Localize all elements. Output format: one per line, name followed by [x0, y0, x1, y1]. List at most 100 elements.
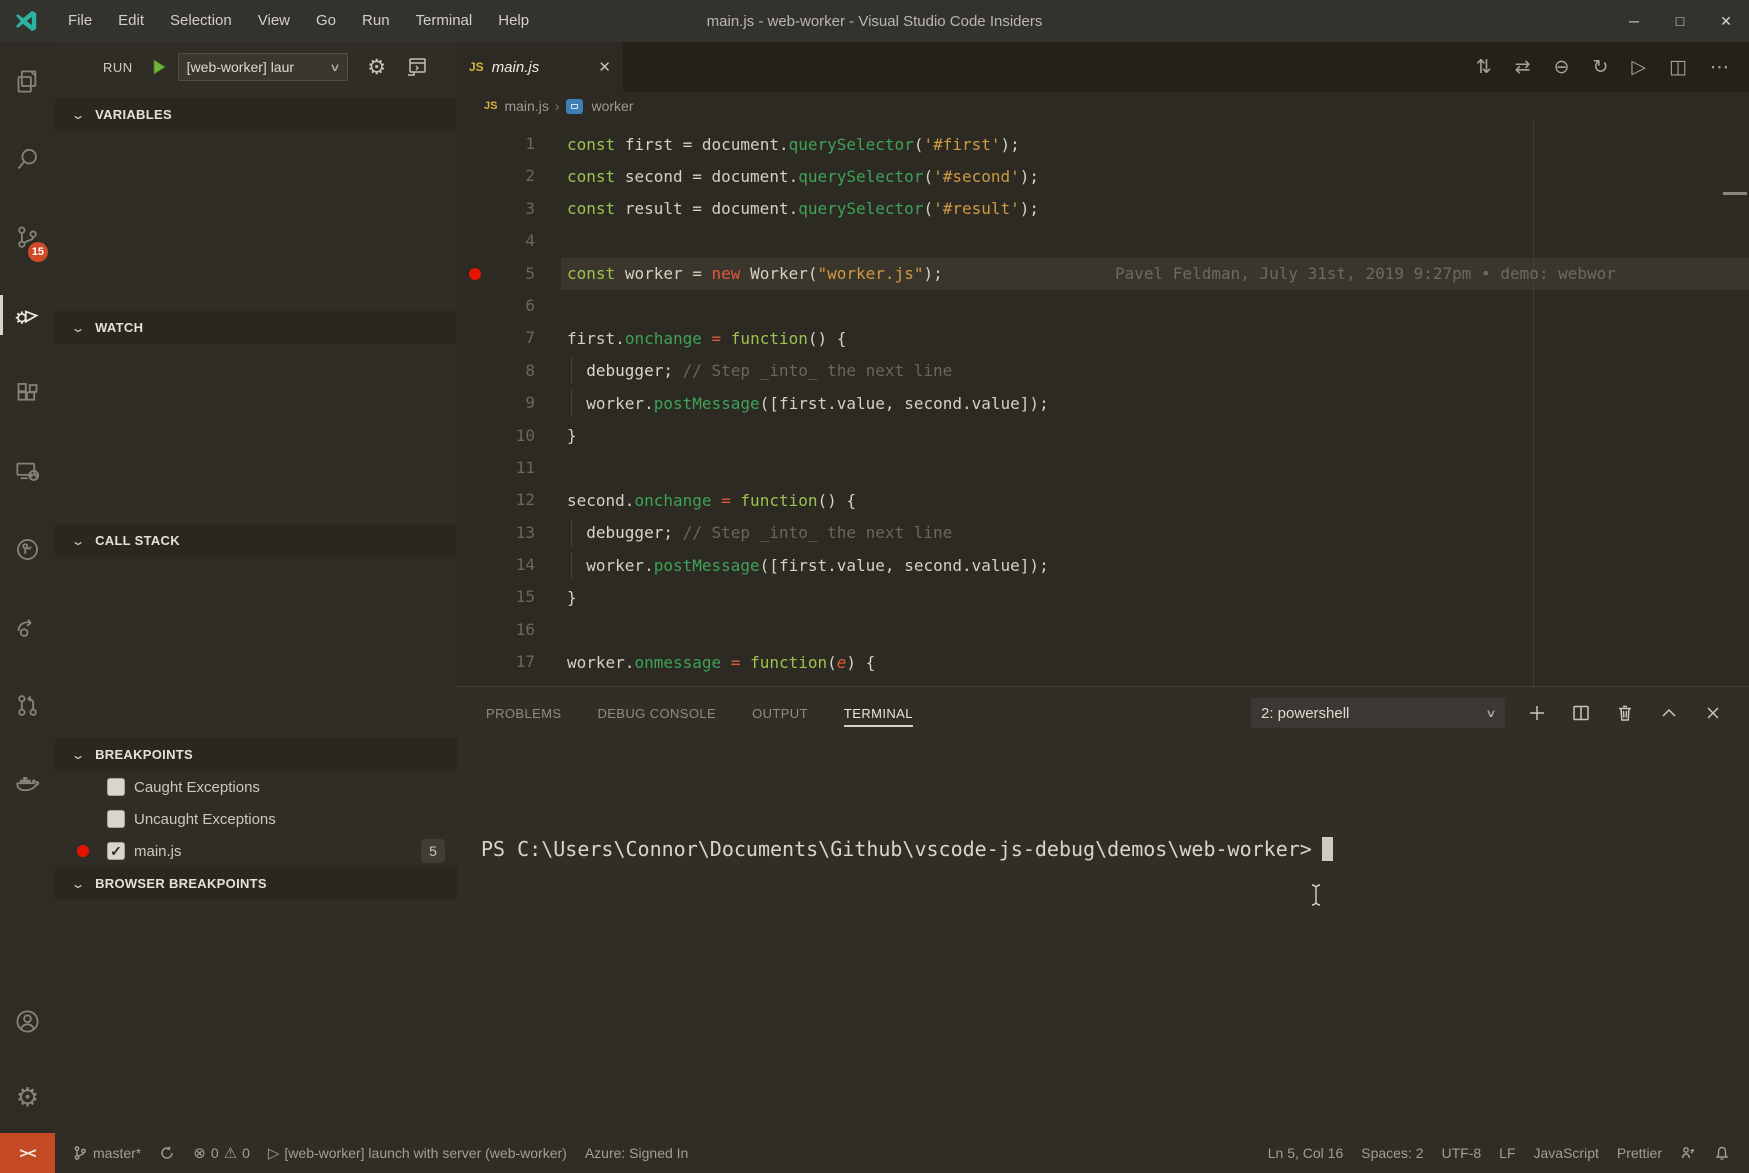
maximize-panel-chevron-icon[interactable]: [1659, 703, 1679, 723]
panel-tab-debug-console[interactable]: DEBUG CONSOLE: [597, 700, 716, 727]
run-file-icon[interactable]: ▷: [1631, 56, 1646, 78]
code-line[interactable]: 6: [457, 290, 1749, 322]
git-branch-item[interactable]: master*: [63, 1145, 150, 1161]
eol-item[interactable]: LF: [1490, 1145, 1524, 1161]
source-control-icon[interactable]: 15: [0, 198, 55, 276]
extensions-icon[interactable]: [0, 354, 55, 432]
breakpoint-checkbox[interactable]: ✓: [107, 842, 125, 860]
code-line[interactable]: 1const first = document.querySelector('#…: [457, 128, 1749, 160]
panel-tab-problems[interactable]: PROBLEMS: [486, 700, 561, 727]
notifications-bell-icon[interactable]: [1705, 1145, 1739, 1161]
live-share-icon[interactable]: [0, 588, 55, 666]
close-panel-icon[interactable]: [1703, 703, 1723, 723]
refresh-icon[interactable]: ↻: [1593, 56, 1609, 78]
menu-view[interactable]: View: [245, 0, 303, 42]
toggle-annotations-icon[interactable]: ⊖: [1554, 56, 1570, 78]
code-line[interactable]: 17worker.onmessage = function(e) {: [457, 646, 1749, 678]
errors-icon: ⊗: [193, 1144, 206, 1162]
account-icon[interactable]: [0, 1001, 55, 1041]
code-line[interactable]: 15}: [457, 581, 1749, 613]
sync-changes-item[interactable]: [150, 1145, 184, 1161]
configure-gear-icon[interactable]: ⚙: [362, 55, 392, 80]
browser-breakpoints-section-header[interactable]: ⌄ BROWSER BREAKPOINTS: [55, 867, 457, 900]
code-line[interactable]: 4: [457, 225, 1749, 257]
menu-edit[interactable]: Edit: [105, 0, 157, 42]
docker-icon[interactable]: [0, 744, 55, 822]
language-mode-item[interactable]: JavaScript: [1525, 1145, 1608, 1161]
breakpoint-checkbox[interactable]: [107, 810, 125, 828]
compare-changes-icon[interactable]: ⇄: [1515, 56, 1531, 78]
pull-requests-icon[interactable]: [0, 666, 55, 744]
explorer-icon[interactable]: [0, 42, 55, 120]
minimize-button[interactable]: ─: [1611, 0, 1657, 42]
start-debugging-button[interactable]: [146, 54, 172, 80]
cursor-position-item[interactable]: Ln 5, Col 16: [1259, 1145, 1353, 1161]
maximize-button[interactable]: □: [1657, 0, 1703, 42]
settings-gear-icon[interactable]: ⚙: [0, 1077, 55, 1117]
menu-run[interactable]: Run: [349, 0, 403, 42]
indentation-item[interactable]: Spaces: 2: [1352, 1145, 1432, 1161]
breadcrumb-symbol[interactable]: worker: [592, 98, 634, 114]
close-button[interactable]: ✕: [1703, 0, 1749, 42]
code-editor[interactable]: 1const first = document.querySelector('#…: [457, 120, 1749, 686]
menu-go[interactable]: Go: [303, 0, 349, 42]
search-icon[interactable]: [0, 120, 55, 198]
menu-file[interactable]: File: [55, 0, 105, 42]
encoding-item[interactable]: UTF-8: [1433, 1145, 1491, 1161]
breadcrumb-file[interactable]: main.js: [504, 98, 548, 114]
code-line[interactable]: 14 worker.postMessage([first.value, seco…: [457, 549, 1749, 581]
run-and-debug-icon[interactable]: [0, 276, 55, 354]
breakpoint-row[interactable]: Uncaught Exceptions: [55, 803, 457, 835]
code-line[interactable]: 3const result = document.querySelector('…: [457, 193, 1749, 225]
open-changes-icon[interactable]: ⇅: [1476, 56, 1492, 78]
watch-section-header[interactable]: ⌄ WATCH: [55, 311, 457, 344]
token: ) {: [846, 653, 875, 672]
code-line[interactable]: 16: [457, 614, 1749, 646]
panel-tab-terminal[interactable]: TERMINAL: [844, 700, 913, 727]
variables-section-header[interactable]: ⌄ VARIABLES: [55, 98, 457, 131]
code-line[interactable]: 8 debugger; // Step _into_ the next line: [457, 355, 1749, 387]
breakpoint-dot-icon[interactable]: [469, 268, 481, 280]
new-terminal-icon[interactable]: [1527, 703, 1547, 723]
code-line[interactable]: 12second.onchange = function() {: [457, 484, 1749, 516]
breakpoints-section-header[interactable]: ⌄ BREAKPOINTS: [55, 738, 457, 771]
split-terminal-icon[interactable]: [1571, 703, 1591, 723]
launch-configuration-dropdown[interactable]: [web-worker] laur ∨: [178, 53, 348, 81]
code-line[interactable]: 7first.onchange = function() {: [457, 322, 1749, 354]
code-line[interactable]: 2const second = document.querySelector('…: [457, 160, 1749, 192]
line-number: 16: [489, 614, 535, 646]
menu-help[interactable]: Help: [485, 0, 542, 42]
code-line[interactable]: 13 debugger; // Step _into_ the next lin…: [457, 517, 1749, 549]
remote-indicator[interactable]: ><: [0, 1133, 55, 1173]
menu-selection[interactable]: Selection: [157, 0, 245, 42]
problems-item[interactable]: ⊗ 0 ⚠ 0: [184, 1144, 259, 1162]
open-debug-console-icon[interactable]: [400, 55, 434, 79]
breakpoint-row[interactable]: ✓main.js5: [55, 835, 457, 867]
formatter-item[interactable]: Prettier: [1608, 1145, 1671, 1161]
azure-signin-item[interactable]: Azure: Signed In: [576, 1145, 698, 1161]
breakpoint-row[interactable]: Caught Exceptions: [55, 771, 457, 803]
tab-main-js[interactable]: JS main.js ✕: [457, 42, 623, 92]
code-line[interactable]: 10}: [457, 420, 1749, 452]
launch-task-item[interactable]: ▷ [web-worker] launch with server (web-w…: [259, 1144, 576, 1162]
gitlens-icon[interactable]: [0, 510, 55, 588]
feedback-icon[interactable]: [1671, 1145, 1705, 1161]
kill-terminal-trash-icon[interactable]: [1615, 703, 1635, 723]
panel-tab-output[interactable]: OUTPUT: [752, 700, 808, 727]
terminal[interactable]: PS C:\Users\Connor\Documents\Github\vsco…: [457, 739, 1749, 1134]
token: '#first': [923, 135, 1000, 154]
more-actions-icon[interactable]: ⋯: [1710, 56, 1729, 78]
call-stack-section-header[interactable]: ⌄ CALL STACK: [55, 524, 457, 557]
remote-explorer-icon[interactable]: [0, 432, 55, 510]
code-line[interactable]: 11: [457, 452, 1749, 484]
close-tab-icon[interactable]: ✕: [598, 58, 611, 76]
line-number: 1: [489, 128, 535, 160]
section-label: BROWSER BREAKPOINTS: [95, 876, 267, 891]
code-line[interactable]: 9 worker.postMessage([first.value, secon…: [457, 387, 1749, 419]
chevron-down-icon: ⌄: [70, 748, 85, 762]
terminal-instance-dropdown[interactable]: 2: powershell ∨: [1251, 698, 1505, 728]
menu-terminal[interactable]: Terminal: [403, 0, 486, 42]
breakpoint-checkbox[interactable]: [107, 778, 125, 796]
code-line[interactable]: 5const worker = new Worker("worker.js");…: [457, 258, 1749, 290]
split-editor-icon[interactable]: ◫: [1669, 56, 1687, 78]
